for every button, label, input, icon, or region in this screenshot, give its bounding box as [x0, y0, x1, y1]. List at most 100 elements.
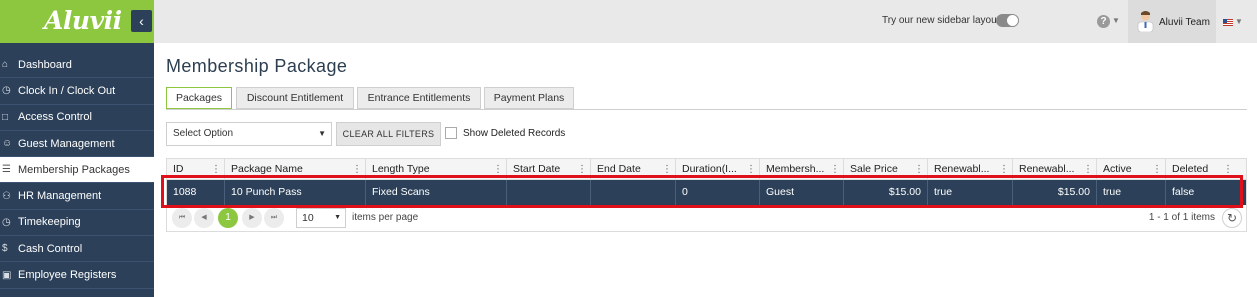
sidebar-item-dashboard[interactable]: ⌂ Dashboard [0, 52, 154, 79]
items-per-page-select[interactable]: 10 ▼ [296, 208, 346, 228]
tab-discount-entitlement[interactable]: Discount Entitlement [236, 87, 354, 109]
sidebar-item-label: Guest Management [18, 137, 115, 150]
column-header-label: Sale Price [850, 163, 898, 175]
help-icon[interactable]: ? [1097, 15, 1110, 28]
items-per-page-value: 10 [302, 212, 314, 224]
last-page-button[interactable]: ⏭ [264, 208, 284, 228]
column-header-deleted[interactable]: Deleted ⋮ [1165, 159, 1236, 180]
caret-down-icon: ▼ [1112, 16, 1120, 25]
column-menu-icon[interactable]: ⋮ [1223, 159, 1233, 180]
sidebar-layout-toggle[interactable] [996, 14, 1019, 27]
sidebar-item-employee-registers[interactable]: ▣ Employee Registers [0, 262, 154, 289]
column-menu-icon[interactable]: ⋮ [662, 159, 672, 180]
next-page-button[interactable]: ▶ [242, 208, 262, 228]
prev-page-button[interactable]: ◀ [194, 208, 214, 228]
clear-all-filters-button[interactable]: CLEAR ALL FILTERS [336, 122, 441, 146]
column-header-sale-price[interactable]: Sale Price ⋮ [843, 159, 927, 180]
column-header-renewable[interactable]: Renewabl... ⋮ [927, 159, 1012, 180]
column-header-label: ID [173, 163, 184, 175]
people-icon: ⚇ [2, 190, 11, 202]
sidebar-item-label: Cash Control [18, 242, 83, 255]
caret-down-icon: ▼ [318, 129, 326, 138]
tab-entrance-entitlements[interactable]: Entrance Entitlements [357, 87, 481, 109]
table-row[interactable]: 1088 10 Punch Pass Fixed Scans 0 Guest $… [167, 180, 1246, 205]
column-header-label: Deleted [1172, 163, 1209, 175]
home-icon: ⌂ [2, 59, 9, 71]
filter-select-value: Select Option [173, 128, 234, 139]
items-per-page-label: items per page [352, 212, 419, 223]
column-header-id[interactable]: ID ⋮ [167, 159, 224, 180]
column-header-label: Package Name [231, 163, 303, 175]
sidebar-item-hr-management[interactable]: ⚇ HR Management [0, 183, 154, 210]
cell-duration: 0 [675, 180, 759, 205]
toggle-knob [1007, 15, 1018, 26]
packages-grid: ID ⋮ Package Name ⋮ Length Type ⋮ Start Dat… [166, 158, 1247, 232]
cell-renewable-price: $15.00 [1012, 180, 1096, 205]
sidebar-item-timekeeping[interactable]: ◷ Timekeeping [0, 210, 154, 237]
cart-icon: ▣ [2, 269, 12, 281]
column-header-duration[interactable]: Duration(I... ⋮ [675, 159, 759, 180]
user-icon: ☺ [2, 138, 13, 150]
sidebar-item-guest-management[interactable]: ☺ Guest Management [0, 131, 154, 158]
timer-icon: ◷ [2, 216, 11, 228]
sidebar-item-access-control[interactable]: □ Access Control [0, 105, 154, 131]
sidebar-layout-label: Try our new sidebar layout [882, 15, 1000, 26]
sidebar-item-label: HR Management [18, 190, 102, 203]
column-header-active[interactable]: Active ⋮ [1096, 159, 1165, 180]
sidebar-item-clock-in-out[interactable]: ◷ Clock In / Clock Out [0, 78, 154, 105]
sidebar: Aluvii ‹ ⌂ Dashboard ◷ Clock In / Clock … [0, 0, 154, 297]
collapse-sidebar-button[interactable]: ‹ [131, 10, 152, 32]
user-name: Aluvii Team [1159, 17, 1210, 28]
refresh-icon[interactable]: ↻ [1222, 208, 1242, 228]
column-menu-icon[interactable]: ⋮ [914, 159, 924, 180]
grid-header: ID ⋮ Package Name ⋮ Length Type ⋮ Start Dat… [167, 159, 1246, 180]
avatar [1137, 11, 1154, 32]
sidebar-item-label: Employee Registers [18, 269, 117, 282]
column-header-start-date[interactable]: Start Date ⋮ [506, 159, 590, 180]
column-header-label: Renewabl... [1019, 163, 1075, 175]
cell-id: 1088 [173, 186, 197, 198]
sidebar-item-membership-packages[interactable]: ☰ Membership Packages [0, 157, 154, 184]
caret-down-icon: ▼ [1235, 17, 1243, 26]
column-menu-icon[interactable]: ⋮ [746, 159, 756, 180]
column-header-membership[interactable]: Membersh... ⋮ [759, 159, 843, 180]
tab-payment-plans[interactable]: Payment Plans [484, 87, 574, 109]
topbar: Try our new sidebar layout ? ▼ Aluvii Te… [154, 0, 1257, 43]
column-menu-icon[interactable]: ⋮ [577, 159, 587, 180]
user-menu[interactable]: Aluvii Team [1128, 0, 1216, 43]
column-menu-icon[interactable]: ⋮ [1083, 159, 1093, 180]
column-header-label: Duration(I... [682, 163, 737, 175]
clock-icon: ◷ [2, 85, 11, 97]
tab-packages[interactable]: Packages [166, 87, 232, 109]
column-header-label: End Date [597, 163, 641, 175]
column-header-package-name[interactable]: Package Name ⋮ [224, 159, 365, 180]
column-header-end-date[interactable]: End Date ⋮ [590, 159, 675, 180]
column-header-length-type[interactable]: Length Type ⋮ [365, 159, 506, 180]
column-menu-icon[interactable]: ⋮ [211, 159, 221, 180]
cell-end-date [590, 180, 675, 205]
pager: ⏮ ◀ 1 ▶ ⏭ 10 ▼ items per page 1 - 1 of 1… [167, 208, 1246, 230]
column-menu-icon[interactable]: ⋮ [352, 159, 362, 180]
sidebar-item-cash-control[interactable]: $ Cash Control [0, 236, 154, 263]
cell-deleted: false [1165, 180, 1246, 205]
tabs-divider [166, 109, 1247, 110]
column-menu-icon[interactable]: ⋮ [999, 159, 1009, 180]
page-button-current[interactable]: 1 [218, 208, 238, 228]
logo-area: Aluvii ‹ [0, 0, 154, 43]
show-deleted-checkbox[interactable] [445, 127, 457, 139]
lock-icon: □ [2, 111, 9, 123]
column-header-label: Start Date [513, 163, 561, 175]
sidebar-item-label: Timekeeping [18, 216, 81, 229]
us-flag-icon[interactable] [1223, 19, 1233, 26]
column-header-label: Length Type [372, 163, 430, 175]
page-title: Membership Package [166, 56, 348, 76]
column-menu-icon[interactable]: ⋮ [493, 159, 503, 180]
column-header-renewable-price[interactable]: Renewabl... ⋮ [1012, 159, 1096, 180]
column-menu-icon[interactable]: ⋮ [1152, 159, 1162, 180]
cell-renewable: true [927, 180, 1012, 205]
column-header-label: Membersh... [766, 163, 825, 175]
filter-select[interactable]: Select Option ▼ [166, 122, 332, 146]
sidebar-item-label: Access Control [18, 111, 92, 124]
column-menu-icon[interactable]: ⋮ [830, 159, 840, 180]
first-page-button[interactable]: ⏮ [172, 208, 192, 228]
